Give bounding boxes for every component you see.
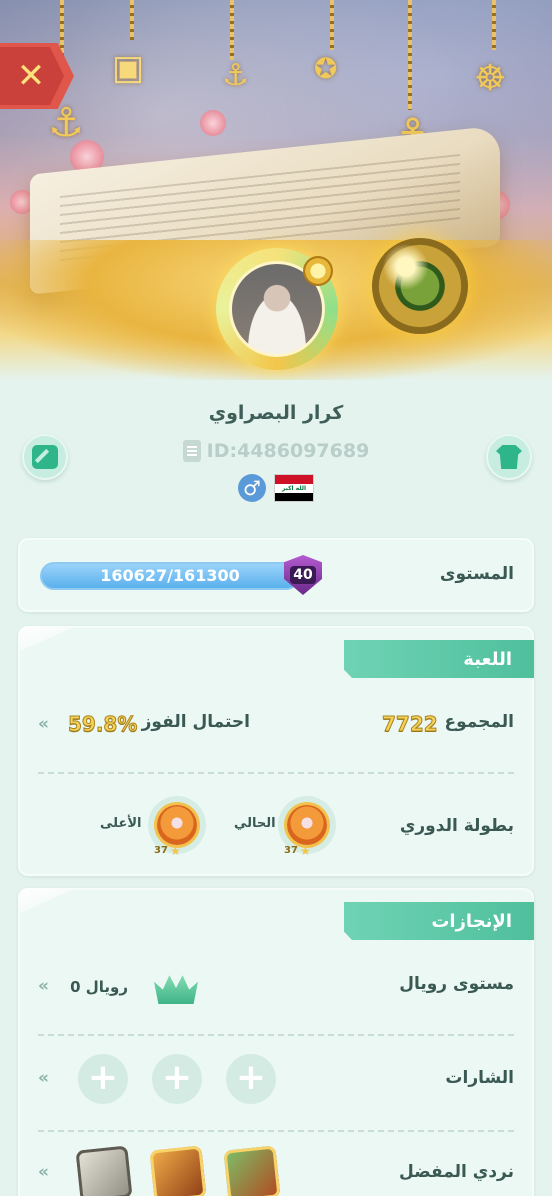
dice-icon[interactable] [149,1145,207,1196]
iraq-flag-icon: الله اكبر [274,474,314,502]
close-x-icon: ✕ [16,56,46,96]
shirt-icon [496,445,522,469]
chain-decoration [408,0,412,110]
highest-rank-number: 37 [154,845,168,856]
level-progress-text: 160627/161300 [100,566,240,585]
lantern-icon: ▣ [112,48,145,88]
sun-badge-icon [303,256,333,286]
level-progress-bar: 160627/161300 [40,562,300,590]
card-fold-decoration [18,626,76,652]
add-badge-slot[interactable]: + [152,1054,202,1104]
outfit-button[interactable] [486,434,532,480]
total-games-label: المجموع [444,712,514,732]
user-id: ID:4486097689 [206,440,370,462]
current-rank-number: 37 [284,845,298,856]
level-number: 40 [290,566,316,584]
divider [38,1130,514,1132]
level-label: المستوى [439,564,514,584]
flag-inscription: الله اكبر [275,483,313,493]
crown-icon [154,975,198,1004]
blossom-decoration [200,110,226,136]
highest-rank-medal[interactable]: 37 ★ [148,796,206,858]
star-icon: ★ [300,844,311,858]
chain-decoration [492,0,496,50]
royal-level-value: رويال 0 [70,978,128,996]
achievements-section-header: الإنجازات [344,902,534,940]
level-card: 160627/161300 40 المستوى [18,538,534,612]
chevron-left-icon[interactable]: « [38,714,49,734]
chain-decoration [330,0,334,50]
current-rank-medal[interactable]: 37 ★ [278,796,336,858]
rank-emblem-icon [157,805,197,845]
add-badge-slot[interactable]: + [78,1054,128,1104]
current-rank-label: الحالي [234,816,276,831]
user-id-row[interactable]: ID:4486097689 [0,440,552,462]
favorite-dice-label: نردي المفضل [399,1162,514,1182]
dice-icon[interactable] [223,1145,281,1196]
username: كرار البصراوي [208,402,344,424]
league-label: بطولة الدوري [399,816,514,836]
add-badge-slot[interactable]: + [226,1054,276,1104]
achievements-card: الإنجازات مستوى رويال رويال 0 « الشارات … [18,888,534,1196]
male-gender-icon: ♂ [238,474,266,502]
dice-icon[interactable] [75,1145,133,1196]
chain-decoration [230,0,234,60]
badges-label: الشارات [445,1068,514,1088]
royal-level-label: مستوى رويال [399,974,514,994]
game-stats-card: اللعبة المجموع 7722 احتمال الفوز 59.8% «… [18,626,534,876]
copy-document-icon[interactable] [182,440,201,462]
edit-icon [32,445,58,469]
highest-rank-label: الأعلى [100,816,142,831]
chevron-left-icon[interactable]: « [38,1162,49,1182]
anchor-icon: ⚓ [222,58,249,93]
card-fold-decoration [18,888,76,914]
edit-profile-button[interactable] [22,434,68,480]
chain-decoration [130,0,134,40]
chevron-left-icon[interactable]: « [38,1068,49,1088]
divider [38,772,514,774]
game-section-header: اللعبة [344,640,534,678]
chevron-left-icon[interactable]: « [38,976,49,996]
ship-wheel-icon: ☸ [474,58,507,99]
rank-emblem-icon [287,805,327,845]
golden-soccer-ball-icon [372,238,468,334]
divider [38,1034,514,1036]
win-rate-label: احتمال الفوز [141,712,250,732]
star-icon: ★ [170,844,181,858]
compass-icon: ✪ [314,52,338,85]
win-rate-value: 59.8% [67,712,138,737]
identity-row: ♂ الله اكبر [0,474,552,502]
profile-banner: ⚓ ▣ ⚓ ✪ ⚓ ☸ [0,0,552,380]
total-games-value: 7722 [382,712,439,737]
